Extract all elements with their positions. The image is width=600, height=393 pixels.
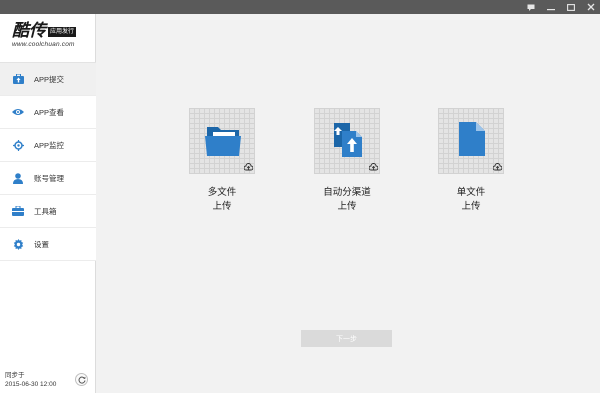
- refresh-button[interactable]: [75, 373, 88, 386]
- logo-text: 酷传: [12, 21, 46, 41]
- minimize-icon[interactable]: [546, 1, 556, 13]
- single-file-upload-tile[interactable]: [438, 108, 504, 174]
- app-logo: 酷传 应用发行 www.coolchuan.com: [0, 14, 96, 63]
- auto-channel-upload-tile[interactable]: [314, 108, 380, 174]
- cloud-upload-icon: [493, 163, 502, 171]
- cloud-upload-icon: [369, 163, 378, 171]
- single-file-upload-option[interactable]: 单文件 上传: [437, 108, 505, 214]
- cloud-upload-icon: [244, 163, 253, 171]
- multi-file-upload-label: 多文件 上传: [207, 187, 237, 212]
- sidebar-item-toolbox[interactable]: 工具箱: [0, 195, 96, 228]
- logo-badge: 应用发行: [48, 27, 77, 37]
- sidebar-item-label: 账号管理: [34, 173, 64, 183]
- eye-icon: [12, 106, 24, 118]
- sidebar-item-label: 设置: [34, 239, 49, 249]
- user-icon: [12, 172, 24, 184]
- gear-icon: [12, 238, 24, 250]
- sidebar-item-settings[interactable]: 设置: [0, 228, 96, 261]
- sidebar-item-label: APP监控: [34, 140, 65, 150]
- auto-channel-upload-label: 自动分渠道 上传: [323, 187, 371, 212]
- refresh-icon: [78, 371, 86, 389]
- close-icon[interactable]: [586, 1, 596, 13]
- sidebar-item-app-view[interactable]: APP查看: [0, 96, 96, 129]
- file-icon: [459, 122, 485, 156]
- sidebar-item-label: APP查看: [34, 107, 65, 117]
- title-bar: [0, 0, 600, 14]
- sidebar-item-app-submit[interactable]: APP提交: [0, 63, 96, 96]
- multi-file-upload-tile[interactable]: [189, 108, 255, 174]
- auto-channel-upload-option[interactable]: 自动分渠道 上传: [313, 108, 381, 214]
- briefcase-upload-icon: [12, 73, 24, 85]
- sync-time: 2015-06-30 12:00: [5, 381, 57, 388]
- sidebar-item-app-monitor[interactable]: APP监控: [0, 129, 96, 162]
- next-step-button[interactable]: 下一步: [301, 330, 392, 347]
- feedback-icon[interactable]: [526, 1, 536, 13]
- sidebar-item-label: 工具箱: [34, 206, 57, 216]
- sidebar: 酷传 应用发行 www.coolchuan.com APP提交 APP查看 AP…: [0, 14, 96, 393]
- sidebar-nav: APP提交 APP查看 APP监控 账号管理 工具箱 设置: [0, 63, 96, 261]
- sync-label: 同步于: [5, 372, 25, 379]
- logo-url: www.coolchuan.com: [12, 41, 75, 48]
- window-controls: [526, 0, 596, 14]
- sync-status: 同步于 2015-06-30 12:00: [5, 371, 56, 389]
- split-files-icon: [334, 123, 362, 157]
- maximize-icon[interactable]: [566, 1, 576, 13]
- multi-file-upload-option[interactable]: 多文件 上传: [188, 108, 256, 214]
- folder-icon: [205, 127, 241, 156]
- target-icon: [12, 139, 24, 151]
- single-file-upload-label: 单文件 上传: [456, 187, 486, 212]
- toolbox-icon: [12, 205, 24, 217]
- sidebar-item-label: APP提交: [34, 74, 65, 84]
- sidebar-item-account[interactable]: 账号管理: [0, 162, 96, 195]
